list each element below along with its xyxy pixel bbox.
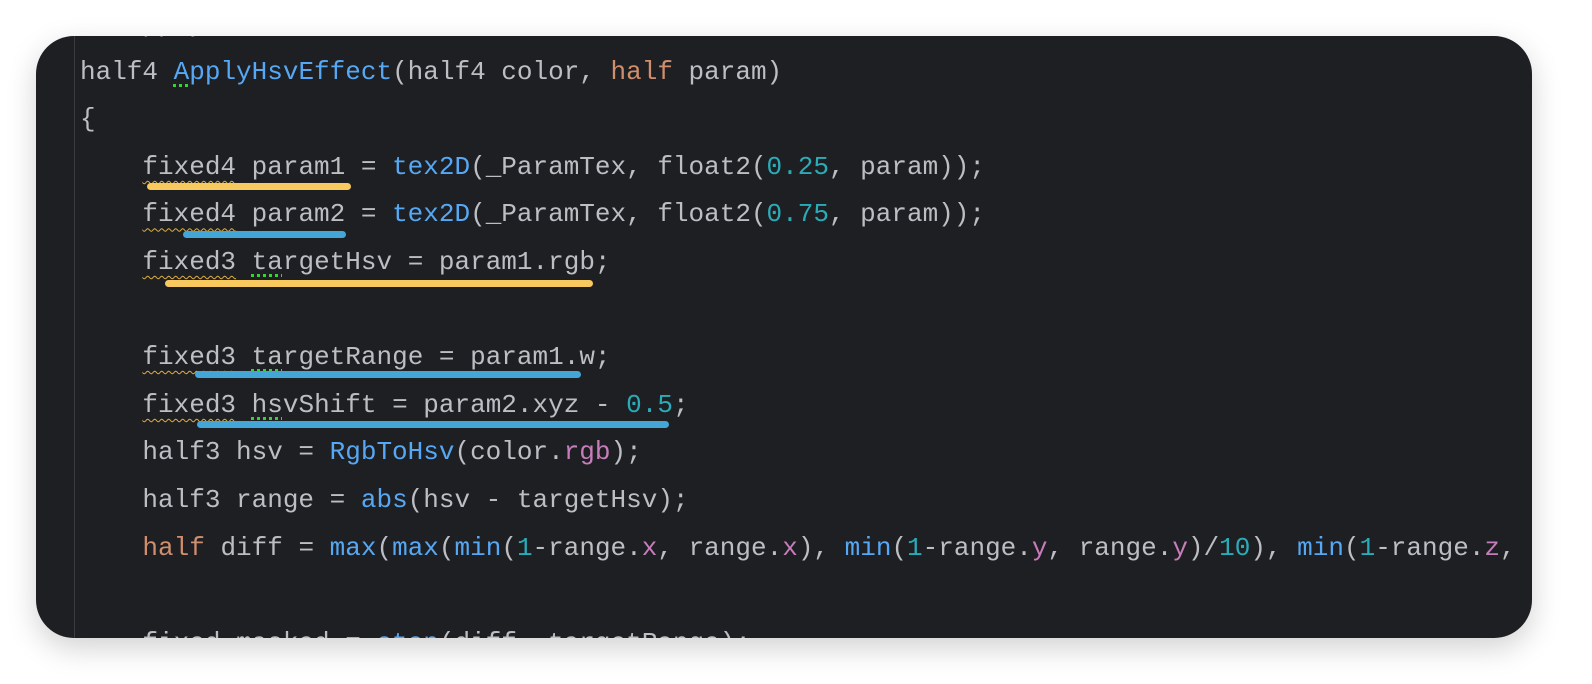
code-token: 1 <box>1359 532 1376 563</box>
code-token: fixed3 <box>142 342 237 373</box>
code-token: ); <box>610 437 642 468</box>
code-editor: // Apply half4 ApplyHsvEffect(half4 color… <box>36 36 1532 638</box>
code-token: 0.25 <box>766 151 829 182</box>
code-token: half3 range = <box>80 484 361 515</box>
code-token: ta <box>251 246 283 277</box>
code-token: fixed3 <box>142 246 237 277</box>
code-token: 1 <box>516 532 533 563</box>
code-line[interactable] <box>80 287 1516 335</box>
code-token: , range. <box>657 532 783 563</box>
code-token: ( <box>376 532 393 563</box>
code-token: -range. <box>1375 532 1485 563</box>
code-token: ( <box>501 532 517 563</box>
code-token: fixed masked = <box>80 628 376 638</box>
highlight-param2-blue <box>183 231 346 238</box>
code-token: -range. <box>532 532 642 563</box>
code-token: )/ <box>1187 532 1220 563</box>
code-line[interactable]: half diff = max(max(min(1-range.x, range… <box>80 525 1516 573</box>
code-token: y <box>1031 532 1048 563</box>
code-token: fixed3 <box>142 389 237 420</box>
code-area[interactable]: // Apply half4 ApplyHsvEffect(half4 color… <box>80 36 1516 638</box>
code-line[interactable]: half3 hsv = RgbToHsv(color.rgb); <box>80 429 1516 477</box>
code-token: A <box>173 56 190 87</box>
code-token: -range. <box>922 532 1032 563</box>
code-token: hs <box>251 389 283 420</box>
code-token: , <box>1500 532 1516 563</box>
code-token: (hsv - targetHsv); <box>407 484 689 515</box>
code-line[interactable]: half3 range = abs(hsv - targetHsv); <box>80 477 1516 525</box>
code-token: abs <box>360 484 408 515</box>
code-token: pplyHsvEffect <box>189 56 393 87</box>
highlight-hsvshift-blue <box>197 421 669 428</box>
code-token: half4 <box>80 56 174 87</box>
code-token: max <box>329 532 377 563</box>
code-token: fixed4 <box>142 151 237 182</box>
code-token: param2 = <box>236 199 393 230</box>
code-token: (_ParamTex, float2( <box>470 151 767 182</box>
code-token: z <box>1484 532 1501 563</box>
code-token: ; <box>672 389 689 420</box>
code-token: x <box>782 532 798 563</box>
code-token: half3 hsv = <box>80 437 330 468</box>
code-token: { <box>80 104 96 135</box>
code-token: tex2D <box>392 199 471 230</box>
code-token: ), <box>797 532 845 563</box>
code-line[interactable]: // Apply <box>80 36 1516 49</box>
highlight-targetrange-blue <box>195 371 581 378</box>
code-token: x <box>641 532 658 563</box>
code-token: (_ParamTex, float2( <box>470 199 767 230</box>
code-line[interactable] <box>80 572 1516 620</box>
code-token: 0.5 <box>626 389 673 420</box>
gutter-divider <box>74 36 75 638</box>
code-token: ( <box>891 532 908 563</box>
code-token: rgetHsv = param1.rgb; <box>282 246 611 277</box>
code-token: fixed4 <box>142 199 237 230</box>
code-token: y <box>1172 532 1188 563</box>
highlight-targethsv-yellow <box>165 280 593 287</box>
code-token: min <box>454 532 502 563</box>
code-token: ( <box>1343 532 1360 563</box>
code-token: rgetRange = param1.w; <box>282 342 611 373</box>
code-line[interactable]: half4 ApplyHsvEffect(half4 color, half p… <box>80 49 1516 97</box>
code-line[interactable]: { <box>80 96 1516 144</box>
code-token: RgbToHsv <box>329 437 455 468</box>
highlight-param1-yellow <box>147 183 351 190</box>
code-token: , param)); <box>828 199 985 230</box>
code-line[interactable]: fixed masked = step(diff, targetRange); <box>80 620 1516 638</box>
code-token: param) <box>672 56 783 87</box>
code-token: step <box>376 628 438 638</box>
code-token: 10 <box>1219 532 1251 563</box>
code-token: 0.75 <box>766 199 829 230</box>
code-token: max <box>392 532 439 563</box>
code-token: min <box>844 532 892 563</box>
code-token: ta <box>251 342 283 373</box>
code-token: half <box>142 532 205 563</box>
code-token: ( <box>438 532 455 563</box>
code-token: tex2D <box>392 151 471 182</box>
code-token: vShift = param2.xyz - <box>282 389 627 420</box>
code-token: diff = <box>204 532 330 563</box>
code-token: half <box>610 56 673 87</box>
code-token: , range. <box>1047 532 1173 563</box>
code-token: ), <box>1250 532 1298 563</box>
code-token: 1 <box>907 532 923 563</box>
code-token: param1 = <box>236 151 393 182</box>
code-token: (color. <box>454 437 564 468</box>
code-token: rgb <box>563 437 611 468</box>
code-token: (diff, targetRange); <box>439 628 751 638</box>
code-token: min <box>1297 532 1344 563</box>
code-token: // Apply <box>80 36 205 39</box>
code-token: , param)); <box>828 151 985 182</box>
code-token: (half4 color, <box>392 56 611 87</box>
